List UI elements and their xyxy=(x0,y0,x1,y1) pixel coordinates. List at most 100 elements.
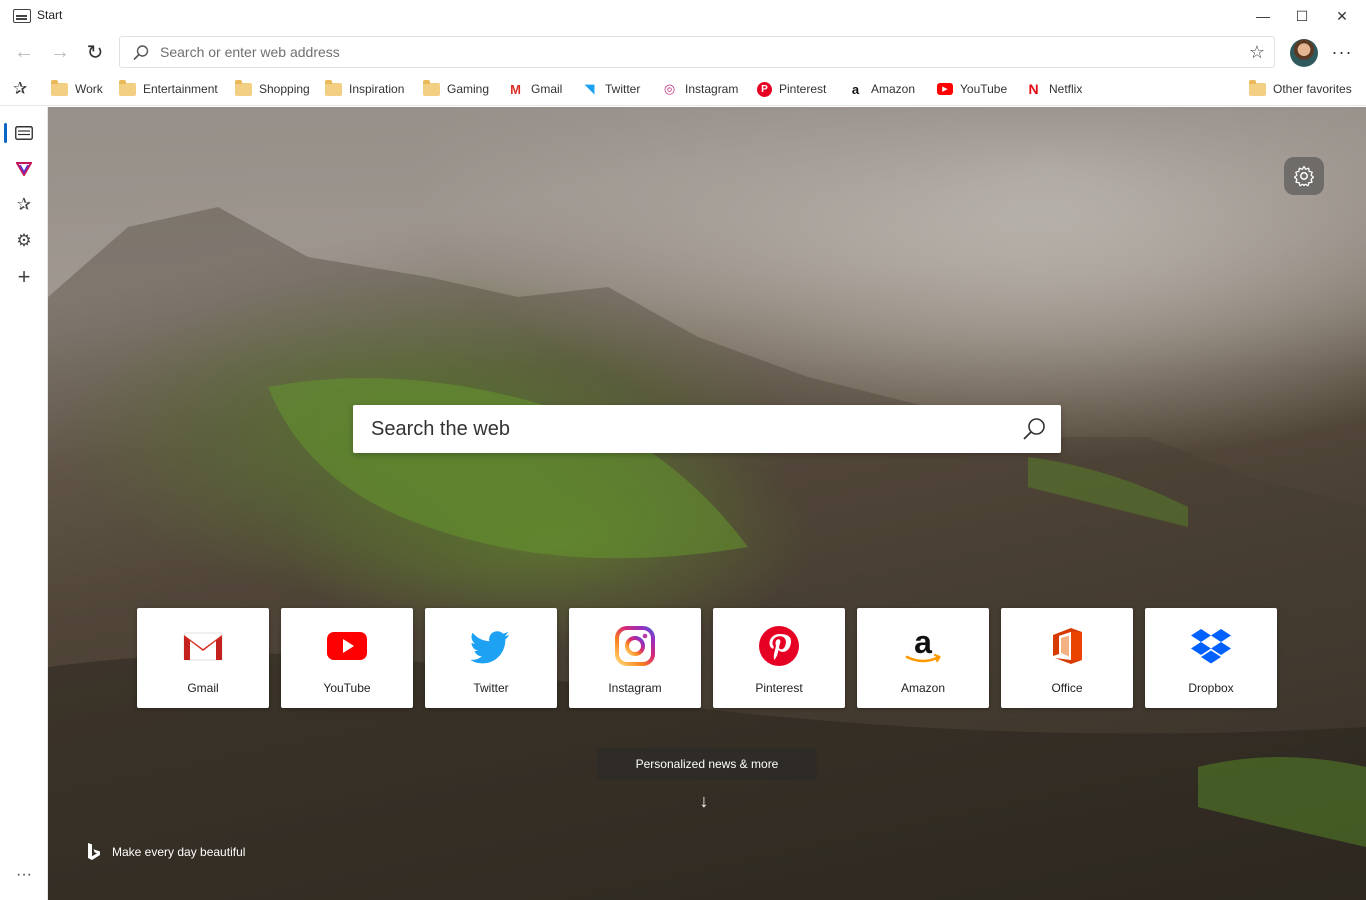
gmail-icon: M xyxy=(510,81,521,97)
favorite-label: Inspiration xyxy=(349,82,405,96)
twitter-icon xyxy=(471,631,509,664)
side-panel: ✰ ⚙ + ··· xyxy=(0,107,48,900)
top-site-label: Amazon xyxy=(900,681,946,695)
address-input[interactable] xyxy=(160,37,1230,67)
top-site-twitter[interactable]: Twitter xyxy=(425,608,557,708)
reload-button[interactable]: ↻ xyxy=(79,36,111,68)
favorites-icon: ✰ xyxy=(16,195,32,214)
window-title: Start xyxy=(37,8,63,22)
folder-icon xyxy=(119,79,136,96)
dropbox-icon xyxy=(1191,629,1231,664)
favorite-label: Gmail xyxy=(531,82,563,96)
favorite-youtube[interactable]: ▶ YouTube xyxy=(937,79,1007,99)
top-site-instagram[interactable]: Instagram xyxy=(569,608,701,708)
favorite-twitter[interactable]: ◥ Twitter xyxy=(581,79,641,99)
top-site-label: YouTube xyxy=(323,681,371,695)
favorite-netflix[interactable]: N Netflix xyxy=(1025,79,1082,99)
profile-avatar[interactable] xyxy=(1290,39,1318,67)
background-photo xyxy=(48,207,1366,900)
favorite-folder-inspiration[interactable]: Inspiration xyxy=(325,79,404,99)
settings-more-button[interactable]: ··· xyxy=(1326,38,1358,66)
favorite-gmail[interactable]: M Gmail xyxy=(507,79,562,99)
top-site-label: Office xyxy=(1051,681,1083,695)
favorite-label: Instagram xyxy=(685,82,739,96)
sidebar-vivaldi-button[interactable] xyxy=(10,155,38,183)
pinterest-icon xyxy=(759,626,799,666)
add-icon: + xyxy=(17,264,31,289)
favorite-folder-shopping[interactable]: Shopping xyxy=(235,79,310,99)
youtube-icon: ▶ xyxy=(937,83,953,95)
favorite-folder-entertainment[interactable]: Entertainment xyxy=(119,79,218,99)
gear-icon xyxy=(1293,165,1315,187)
forward-button[interactable]: → xyxy=(44,36,76,68)
folder-icon xyxy=(51,79,68,96)
top-site-office[interactable]: Office xyxy=(1001,608,1133,708)
top-site-label: Instagram xyxy=(608,681,662,695)
search-icon[interactable] xyxy=(1021,416,1047,442)
sidebar-tabs-button[interactable] xyxy=(10,119,38,147)
settings-icon: ⚙ xyxy=(16,231,32,250)
favorites-hub-icon[interactable]: ✰ xyxy=(13,79,35,99)
favorite-folder-work[interactable]: Work xyxy=(51,79,103,99)
address-bar[interactable]: ☆ xyxy=(119,36,1275,68)
svg-text:a: a xyxy=(914,626,932,660)
folder-icon xyxy=(235,79,252,96)
top-site-label: Twitter xyxy=(473,681,509,695)
favorite-label: Twitter xyxy=(605,82,641,96)
twitter-icon: ◥ xyxy=(584,81,595,96)
pinterest-icon: P xyxy=(757,81,772,97)
folder-icon xyxy=(325,79,342,96)
page-settings-button[interactable] xyxy=(1284,157,1324,195)
favorite-label: Amazon xyxy=(871,82,916,96)
folder-icon xyxy=(1249,79,1266,96)
sidebar-more-button[interactable]: ··· xyxy=(10,861,38,889)
web-search-input[interactable] xyxy=(371,405,991,453)
bing-tagline-text: Make every day beautiful xyxy=(112,845,246,859)
active-indicator xyxy=(4,123,7,143)
top-site-youtube[interactable]: YouTube xyxy=(281,608,413,708)
new-tab-page: Gmail YouTube Twitter xyxy=(48,107,1366,900)
scroll-down-arrow-icon[interactable]: ↓ xyxy=(694,790,714,812)
top-site-label: Pinterest xyxy=(755,681,803,695)
amazon-icon: a xyxy=(905,626,941,663)
sidebar-settings-button[interactable]: ⚙ xyxy=(10,227,38,255)
vivaldi-icon xyxy=(16,162,32,176)
favorite-label: Entertainment xyxy=(143,82,218,96)
folder-icon xyxy=(423,79,440,96)
top-site-amazon[interactable]: a Amazon xyxy=(857,608,989,708)
close-button[interactable]: ✕ xyxy=(1319,0,1365,32)
favorite-pinterest[interactable]: P Pinterest xyxy=(757,79,826,99)
office-icon xyxy=(1053,628,1082,664)
youtube-icon xyxy=(327,632,367,660)
amazon-icon: a xyxy=(851,81,860,97)
personalized-news-button[interactable]: Personalized news & more xyxy=(597,748,817,780)
add-favorite-star-icon[interactable]: ☆ xyxy=(1246,41,1268,63)
search-icon xyxy=(133,45,149,61)
tab-page-icon xyxy=(13,9,31,23)
top-site-gmail[interactable]: Gmail xyxy=(137,608,269,708)
bing-tagline[interactable]: Make every day beautiful xyxy=(86,842,245,862)
web-search-box[interactable] xyxy=(353,405,1061,453)
favorites-bar: ✰ Work Entertainment Shopping Inspiratio… xyxy=(0,72,1366,106)
favorite-label: Other favorites xyxy=(1273,82,1352,96)
top-site-dropbox[interactable]: Dropbox xyxy=(1145,608,1277,708)
bing-logo-icon xyxy=(88,843,100,860)
favorite-instagram[interactable]: ◎ Instagram xyxy=(661,79,739,99)
netflix-icon: N xyxy=(1028,81,1039,97)
other-favorites-folder[interactable]: Other favorites xyxy=(1249,79,1352,99)
favorite-label: YouTube xyxy=(960,82,1008,96)
top-site-pinterest[interactable]: Pinterest xyxy=(713,608,845,708)
favorite-amazon[interactable]: a Amazon xyxy=(847,79,915,99)
favorite-folder-gaming[interactable]: Gaming xyxy=(423,79,489,99)
title-bar: Start — ☐ ✕ xyxy=(0,0,1366,32)
tabs-icon xyxy=(15,126,33,140)
favorite-label: Pinterest xyxy=(779,82,827,96)
instagram-icon: ◎ xyxy=(663,81,676,96)
sidebar-favorites-button[interactable]: ✰ xyxy=(10,191,38,219)
sidebar-add-button[interactable]: + xyxy=(10,263,38,291)
top-site-label: Dropbox xyxy=(1188,681,1234,695)
favorite-label: Gaming xyxy=(447,82,490,96)
top-sites: Gmail YouTube Twitter Instagram Pinteres… xyxy=(137,608,1277,708)
back-button[interactable]: ← xyxy=(8,36,40,68)
gmail-icon xyxy=(183,632,223,661)
